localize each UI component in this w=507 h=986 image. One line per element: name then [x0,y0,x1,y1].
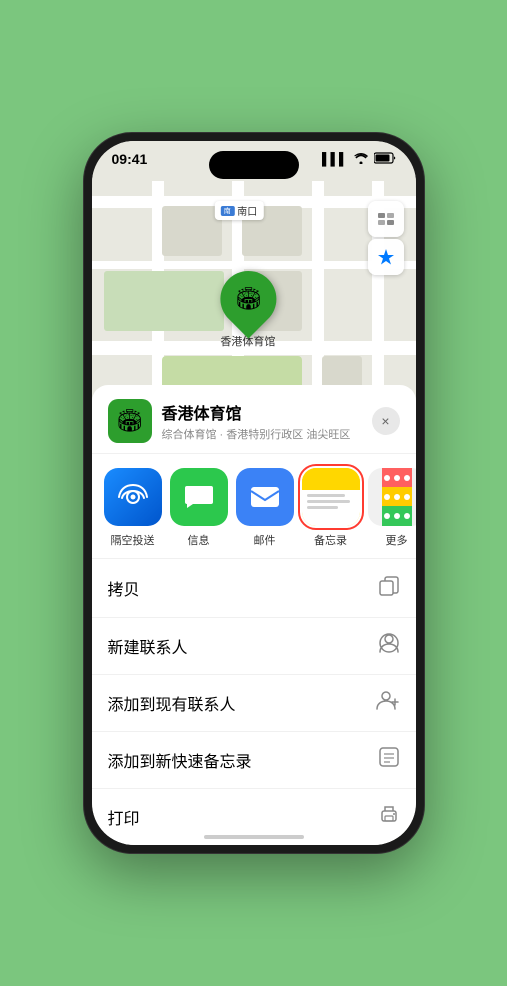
location-button[interactable] [368,239,404,275]
map-label-icon: 南 [220,206,234,216]
note-icon [378,746,400,774]
pin-icon-inner: 🏟 [234,286,262,312]
mail-icon [236,468,294,526]
pin-icon: 🏟 [208,259,287,338]
venue-info: 香港体育馆 综合体育馆 · 香港特别行政区 油尖旺区 [162,400,372,442]
dynamic-island [209,151,299,179]
phone-screen: 09:41 ▌▌▌ [92,141,416,845]
battery-icon [374,152,396,167]
person-plus-icon [376,689,400,717]
action-list: 拷贝 新建联系人 [92,559,416,845]
airdrop-icon [104,468,162,526]
action-copy[interactable]: 拷贝 [92,559,416,618]
notes-label: 备忘录 [314,532,347,548]
venue-subtitle: 综合体育馆 · 香港特别行政区 油尖旺区 [162,426,372,442]
action-add-note-label: 添加到新快速备忘录 [108,748,252,772]
action-new-contact[interactable]: 新建联系人 [92,618,416,675]
map-label: 南 南口 [214,201,263,220]
phone-frame: 09:41 ▌▌▌ [84,133,424,853]
messages-label: 信息 [188,532,210,548]
share-item-more[interactable]: 更多 [368,468,416,548]
action-add-existing-label: 添加到现有联系人 [108,691,236,715]
sheet-header: 🏟 香港体育馆 综合体育馆 · 香港特别行政区 油尖旺区 × [92,385,416,454]
wifi-icon [353,152,369,167]
copy-icon [378,573,400,603]
map-controls [368,201,404,275]
venue-icon: 🏟 [108,399,152,443]
signal-icon: ▌▌▌ [322,152,348,166]
more-label: 更多 [386,532,408,548]
action-new-contact-label: 新建联系人 [108,634,188,658]
share-item-messages[interactable]: 信息 [170,468,228,548]
action-add-existing[interactable]: 添加到现有联系人 [92,675,416,732]
action-add-note[interactable]: 添加到新快速备忘录 [92,732,416,789]
mail-label: 邮件 [254,532,276,548]
status-time: 09:41 [112,151,148,167]
action-print-label: 打印 [108,805,140,829]
map-label-text: 南口 [237,203,257,218]
more-apps-icon [368,468,416,526]
close-button[interactable]: × [372,407,400,435]
map-type-button[interactable] [368,201,404,237]
share-item-mail[interactable]: 邮件 [236,468,294,548]
location-pin: 🏟 香港体育馆 [220,271,276,349]
share-item-airdrop[interactable]: 隔空投送 [104,468,162,548]
bottom-sheet: 🏟 香港体育馆 综合体育馆 · 香港特别行政区 油尖旺区 × [92,385,416,845]
notes-icon [302,468,360,526]
messages-icon [170,468,228,526]
person-icon [378,632,400,660]
status-icons: ▌▌▌ [322,152,396,167]
home-indicator [204,835,304,839]
action-copy-label: 拷贝 [108,576,140,600]
share-row: 隔空投送 信息 [92,454,416,559]
airdrop-label: 隔空投送 [111,532,155,548]
share-item-notes[interactable]: 备忘录 [302,468,360,548]
printer-icon [378,803,400,831]
venue-name: 香港体育馆 [162,400,372,424]
